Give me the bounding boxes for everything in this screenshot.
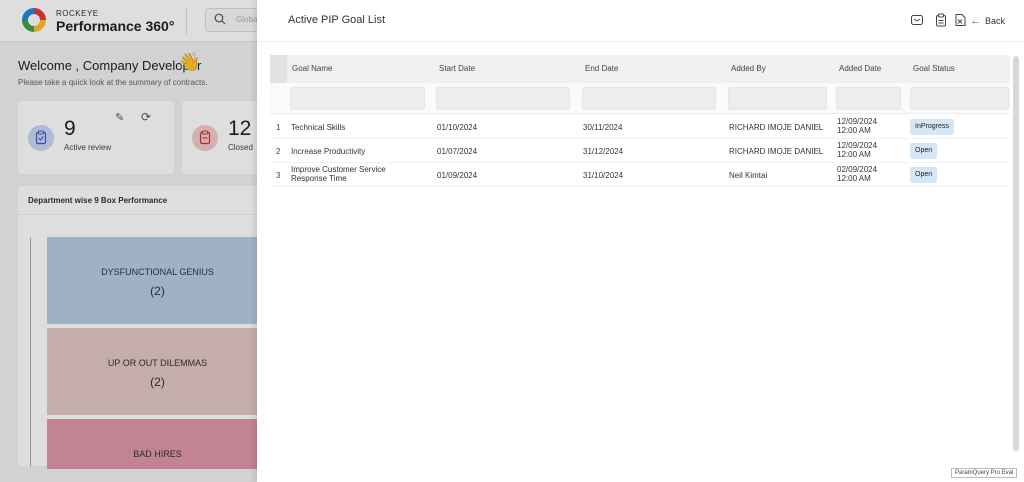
filter-input-added-date[interactable] xyxy=(836,87,901,110)
added-by-cell: RICHARD IMOJE DANIEL xyxy=(729,123,824,132)
clipboard-icon[interactable] xyxy=(934,13,948,27)
added-date-cell: 12/09/2024 xyxy=(837,141,878,150)
added-by-cell: RICHARD IMOJE DANIEL xyxy=(729,147,824,156)
back-button[interactable]: ← Back xyxy=(970,13,1005,29)
scrollbar-thumb[interactable] xyxy=(1013,56,1019,451)
column-header-goal-name[interactable]: Goal Name xyxy=(292,64,332,73)
table-row[interactable]: 2 Increase Productivity 01/07/2024 31/12… xyxy=(270,139,1010,163)
status-badge: Open xyxy=(910,143,938,159)
pip-goal-drawer: Active PIP Goal List ← Back Goal Name St… xyxy=(257,0,1024,482)
row-number: 2 xyxy=(276,147,281,156)
drawer-header: Active PIP Goal List ← Back xyxy=(257,0,1024,42)
added-time-cell: 12:00 AM xyxy=(837,150,871,159)
table-row[interactable]: 1 Technical Skills 01/10/2024 30/11/2024… xyxy=(270,115,1010,139)
added-time-cell: 12:00 AM xyxy=(837,126,871,135)
email-icon[interactable] xyxy=(910,13,924,27)
column-header-end-date[interactable]: End Date xyxy=(585,64,618,73)
start-date-cell: 01/10/2024 xyxy=(437,123,478,132)
end-date-cell: 30/11/2024 xyxy=(583,123,623,132)
filter-input-start-date[interactable] xyxy=(436,87,570,110)
filter-input-goal-status[interactable] xyxy=(910,87,1009,110)
goal-name-cell-line2: Response Time xyxy=(291,174,347,183)
end-date-cell: 31/10/2024 xyxy=(583,171,624,180)
added-date-cell: 12/09/2024 xyxy=(837,117,878,126)
table-row[interactable]: 3 Improve Customer Service Response Time… xyxy=(270,163,1010,187)
row-number-header xyxy=(270,55,287,83)
column-header-added-date[interactable]: Added Date xyxy=(839,64,881,73)
arrow-left-icon: ← xyxy=(970,15,981,27)
row-number: 1 xyxy=(276,123,281,132)
row-number: 3 xyxy=(276,171,281,180)
added-date-cell: 02/09/2024 xyxy=(837,165,878,174)
filter-input-goal-name[interactable] xyxy=(290,87,425,110)
goal-name-cell: Technical Skills xyxy=(291,123,346,132)
vertical-scrollbar[interactable] xyxy=(1013,56,1019,451)
grid-header: Goal Name Start Date End Date Added By A… xyxy=(270,55,1010,83)
status-badge: InProgress xyxy=(910,119,954,135)
start-date-cell: 01/09/2024 xyxy=(437,171,478,180)
column-header-goal-status[interactable]: Goal Status xyxy=(913,64,955,73)
end-date-cell: 31/12/2024 xyxy=(583,147,624,156)
excel-icon[interactable] xyxy=(953,13,967,27)
goal-name-cell: Increase Productivity xyxy=(291,147,366,156)
drawer-title: Active PIP Goal List xyxy=(288,14,386,26)
filter-input-end-date[interactable] xyxy=(582,87,716,110)
goal-name-cell: Improve Customer Service xyxy=(291,165,386,174)
column-header-start-date[interactable]: Start Date xyxy=(439,64,475,73)
filter-input-added-by[interactable] xyxy=(728,87,827,110)
status-badge: Open xyxy=(910,167,938,183)
back-label: Back xyxy=(985,16,1006,26)
added-by-cell: Neil Kimtai xyxy=(729,171,768,180)
filter-row xyxy=(270,83,1010,114)
added-time-cell: 12:00 AM xyxy=(837,174,871,183)
start-date-cell: 01/07/2024 xyxy=(437,147,478,156)
grid-watermark: ParamQuery Pro Eval xyxy=(951,468,1018,478)
column-header-added-by[interactable]: Added By xyxy=(731,64,766,73)
